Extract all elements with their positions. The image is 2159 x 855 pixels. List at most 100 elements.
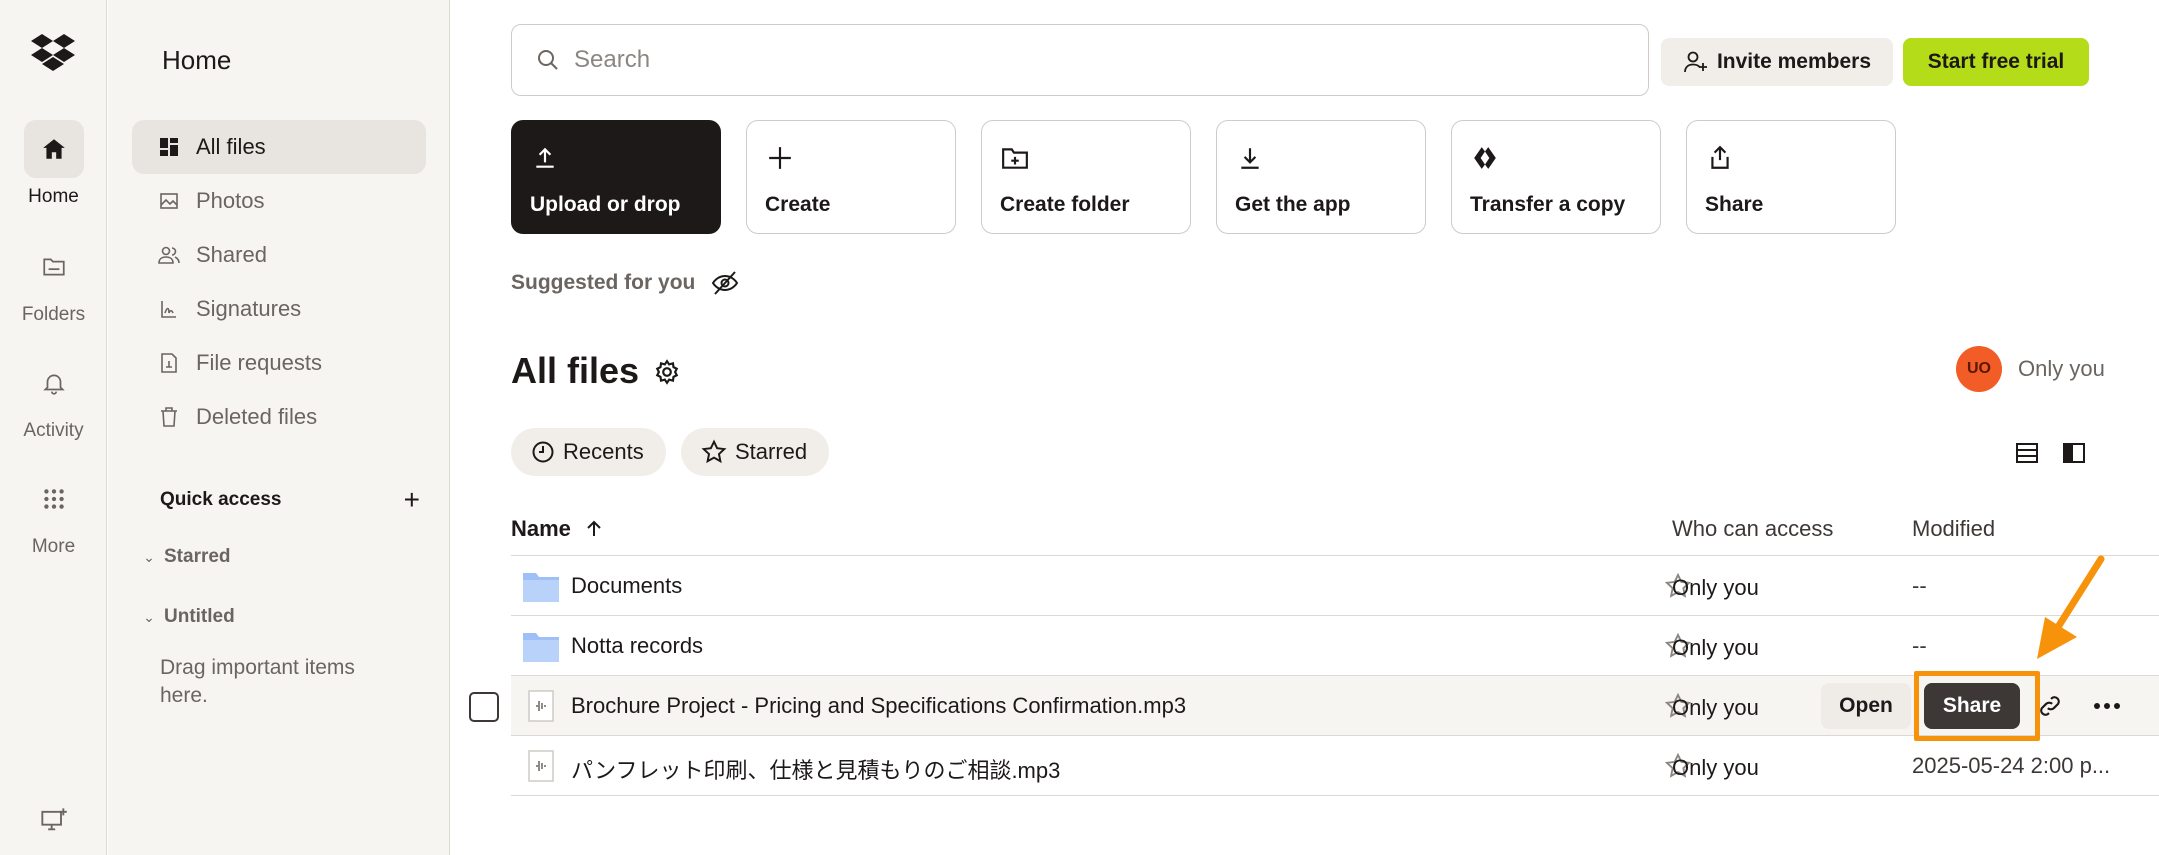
sidebar-item-deleted-files[interactable]: Deleted files <box>132 390 426 444</box>
download-icon <box>1235 143 1265 173</box>
chip-label: Starred <box>735 439 808 464</box>
file-name[interactable]: Brochure Project - Pricing and Specifica… <box>571 693 1186 719</box>
quick-access-header: Quick access + <box>160 484 420 516</box>
table-row[interactable]: パンフレット印刷、仕様と見積もりのご相談.mp3 Only you 2025-0… <box>511 736 2159 796</box>
quick-access-group-untitled[interactable]: ⌄ Untitled <box>138 606 235 628</box>
rail-item-more[interactable]: More <box>0 470 107 558</box>
tile-label: Create folder <box>1000 193 1130 216</box>
file-name[interactable]: パンフレット印刷、仕様と見積もりのご相談.mp3 <box>571 753 1060 785</box>
table-row[interactable]: Documents Only you -- <box>511 556 2159 616</box>
signature-icon <box>158 298 180 320</box>
add-person-icon <box>1684 51 1707 73</box>
gear-icon[interactable] <box>654 359 680 385</box>
side-navigation: Home All files Photos Shared Signatures … <box>108 0 450 855</box>
list-view-icon <box>2016 443 2038 463</box>
folder-plus-icon <box>1000 143 1030 173</box>
name-column-header[interactable]: Name <box>511 516 603 542</box>
add-quick-access-button[interactable]: + <box>404 484 420 516</box>
more-horizontal-icon <box>2094 703 2120 709</box>
search-input[interactable]: Search <box>511 24 1649 96</box>
create-tile[interactable]: Create <box>746 120 956 234</box>
folder-icon <box>523 573 559 602</box>
table-row[interactable]: Brochure Project - Pricing and Specifica… <box>469 671 2159 741</box>
share-tile[interactable]: Share <box>1686 120 1896 234</box>
starred-filter-chip[interactable]: Starred <box>681 428 830 476</box>
modified-value: -- <box>1912 573 1927 598</box>
chip-label: Recents <box>563 439 644 464</box>
quick-access-group-starred[interactable]: ⌄ Starred <box>138 546 231 568</box>
folder-icon <box>523 633 559 662</box>
start-free-trial-button[interactable]: Start free trial <box>1903 38 2089 86</box>
sidebar-item-signatures[interactable]: Signatures <box>132 282 426 336</box>
owner-indicator: UO Only you <box>1956 346 2105 392</box>
eye-off-icon[interactable] <box>711 270 739 296</box>
clock-icon <box>532 441 554 463</box>
sidebar-item-photos[interactable]: Photos <box>132 174 426 228</box>
folder-icon <box>24 238 84 296</box>
audio-file-icon <box>528 690 554 722</box>
access-column-header[interactable]: Who can access <box>1672 516 1833 542</box>
rail-item-activity[interactable]: Activity <box>0 354 107 442</box>
shared-icon <box>158 244 180 266</box>
sidebar-item-shared[interactable]: Shared <box>132 228 426 282</box>
modified-value: 2025-05-24 2:00 p... <box>1912 753 2111 778</box>
sidebar-item-label: All files <box>196 134 266 159</box>
more-actions-button[interactable] <box>2087 689 2127 723</box>
list-view-button[interactable] <box>2012 438 2042 468</box>
rail-item-folders[interactable]: Folders <box>0 238 107 326</box>
owner-label: Only you <box>2018 356 2105 381</box>
tile-label: Create <box>765 193 831 216</box>
open-button[interactable]: Open <box>1821 683 1911 729</box>
upload-tile[interactable]: Upload or drop <box>511 120 721 234</box>
access-value: Only you <box>1672 695 1759 720</box>
desktop-app-icon[interactable] <box>39 806 69 834</box>
tile-label: Share <box>1705 193 1764 216</box>
chevron-down-icon: ⌄ <box>143 608 155 625</box>
invite-members-button[interactable]: Invite members <box>1661 38 1893 86</box>
upload-icon <box>530 143 560 173</box>
transfer-icon <box>1470 143 1500 173</box>
suggested-section-header: Suggested for you <box>511 270 739 296</box>
avatar[interactable]: UO <box>1956 346 2002 392</box>
sidebar-item-label: Deleted files <box>196 404 318 429</box>
tile-label: Upload or drop <box>530 193 681 216</box>
trash-icon <box>158 406 180 428</box>
sidebar-item-file-requests[interactable]: File requests <box>132 336 426 390</box>
grid-icon <box>24 470 84 528</box>
share-button[interactable]: Share <box>1924 683 2020 729</box>
side-panel-icon <box>2063 443 2085 463</box>
group-label: Starred <box>164 546 231 567</box>
get-app-tile[interactable]: Get the app <box>1216 120 1426 234</box>
photo-icon <box>158 190 180 212</box>
sidebar-item-label: Shared <box>196 242 267 267</box>
search-icon <box>538 50 558 70</box>
invite-members-label: Invite members <box>1716 50 1872 73</box>
tile-label: Transfer a copy <box>1470 193 1626 216</box>
quick-access-empty-hint: Drag important items here. <box>160 656 355 707</box>
create-folder-tile[interactable]: Create folder <box>981 120 1191 234</box>
copy-link-button[interactable] <box>2033 689 2067 723</box>
modified-value: -- <box>1912 633 1927 658</box>
file-name[interactable]: Notta records <box>571 633 703 659</box>
modified-column-header[interactable]: Modified <box>1912 516 1995 542</box>
sidebar-item-all-files[interactable]: All files <box>132 120 426 174</box>
sidebar-item-label: Signatures <box>196 296 302 321</box>
row-checkbox[interactable] <box>469 692 499 722</box>
dropbox-logo-icon[interactable] <box>31 34 75 72</box>
sidebar-item-label: Photos <box>196 188 265 213</box>
access-value: Only you <box>1672 755 1759 780</box>
rail-item-label: Home <box>28 186 79 207</box>
table-row[interactable]: Notta records Only you -- <box>511 616 2159 676</box>
rail-item-home[interactable]: Home <box>0 120 107 208</box>
access-value: Only you <box>1672 635 1759 660</box>
audio-file-icon <box>528 750 554 782</box>
rail-item-label: More <box>31 536 76 557</box>
transfer-copy-tile[interactable]: Transfer a copy <box>1451 120 1661 234</box>
plus-icon <box>765 143 795 173</box>
panel-toggle-button[interactable] <box>2059 438 2089 468</box>
recents-filter-chip[interactable]: Recents <box>511 428 666 476</box>
file-name[interactable]: Documents <box>571 573 682 599</box>
sidebar-item-label: File requests <box>196 350 322 375</box>
rail-item-label: Activity <box>23 420 84 441</box>
column-label: Name <box>511 516 571 541</box>
